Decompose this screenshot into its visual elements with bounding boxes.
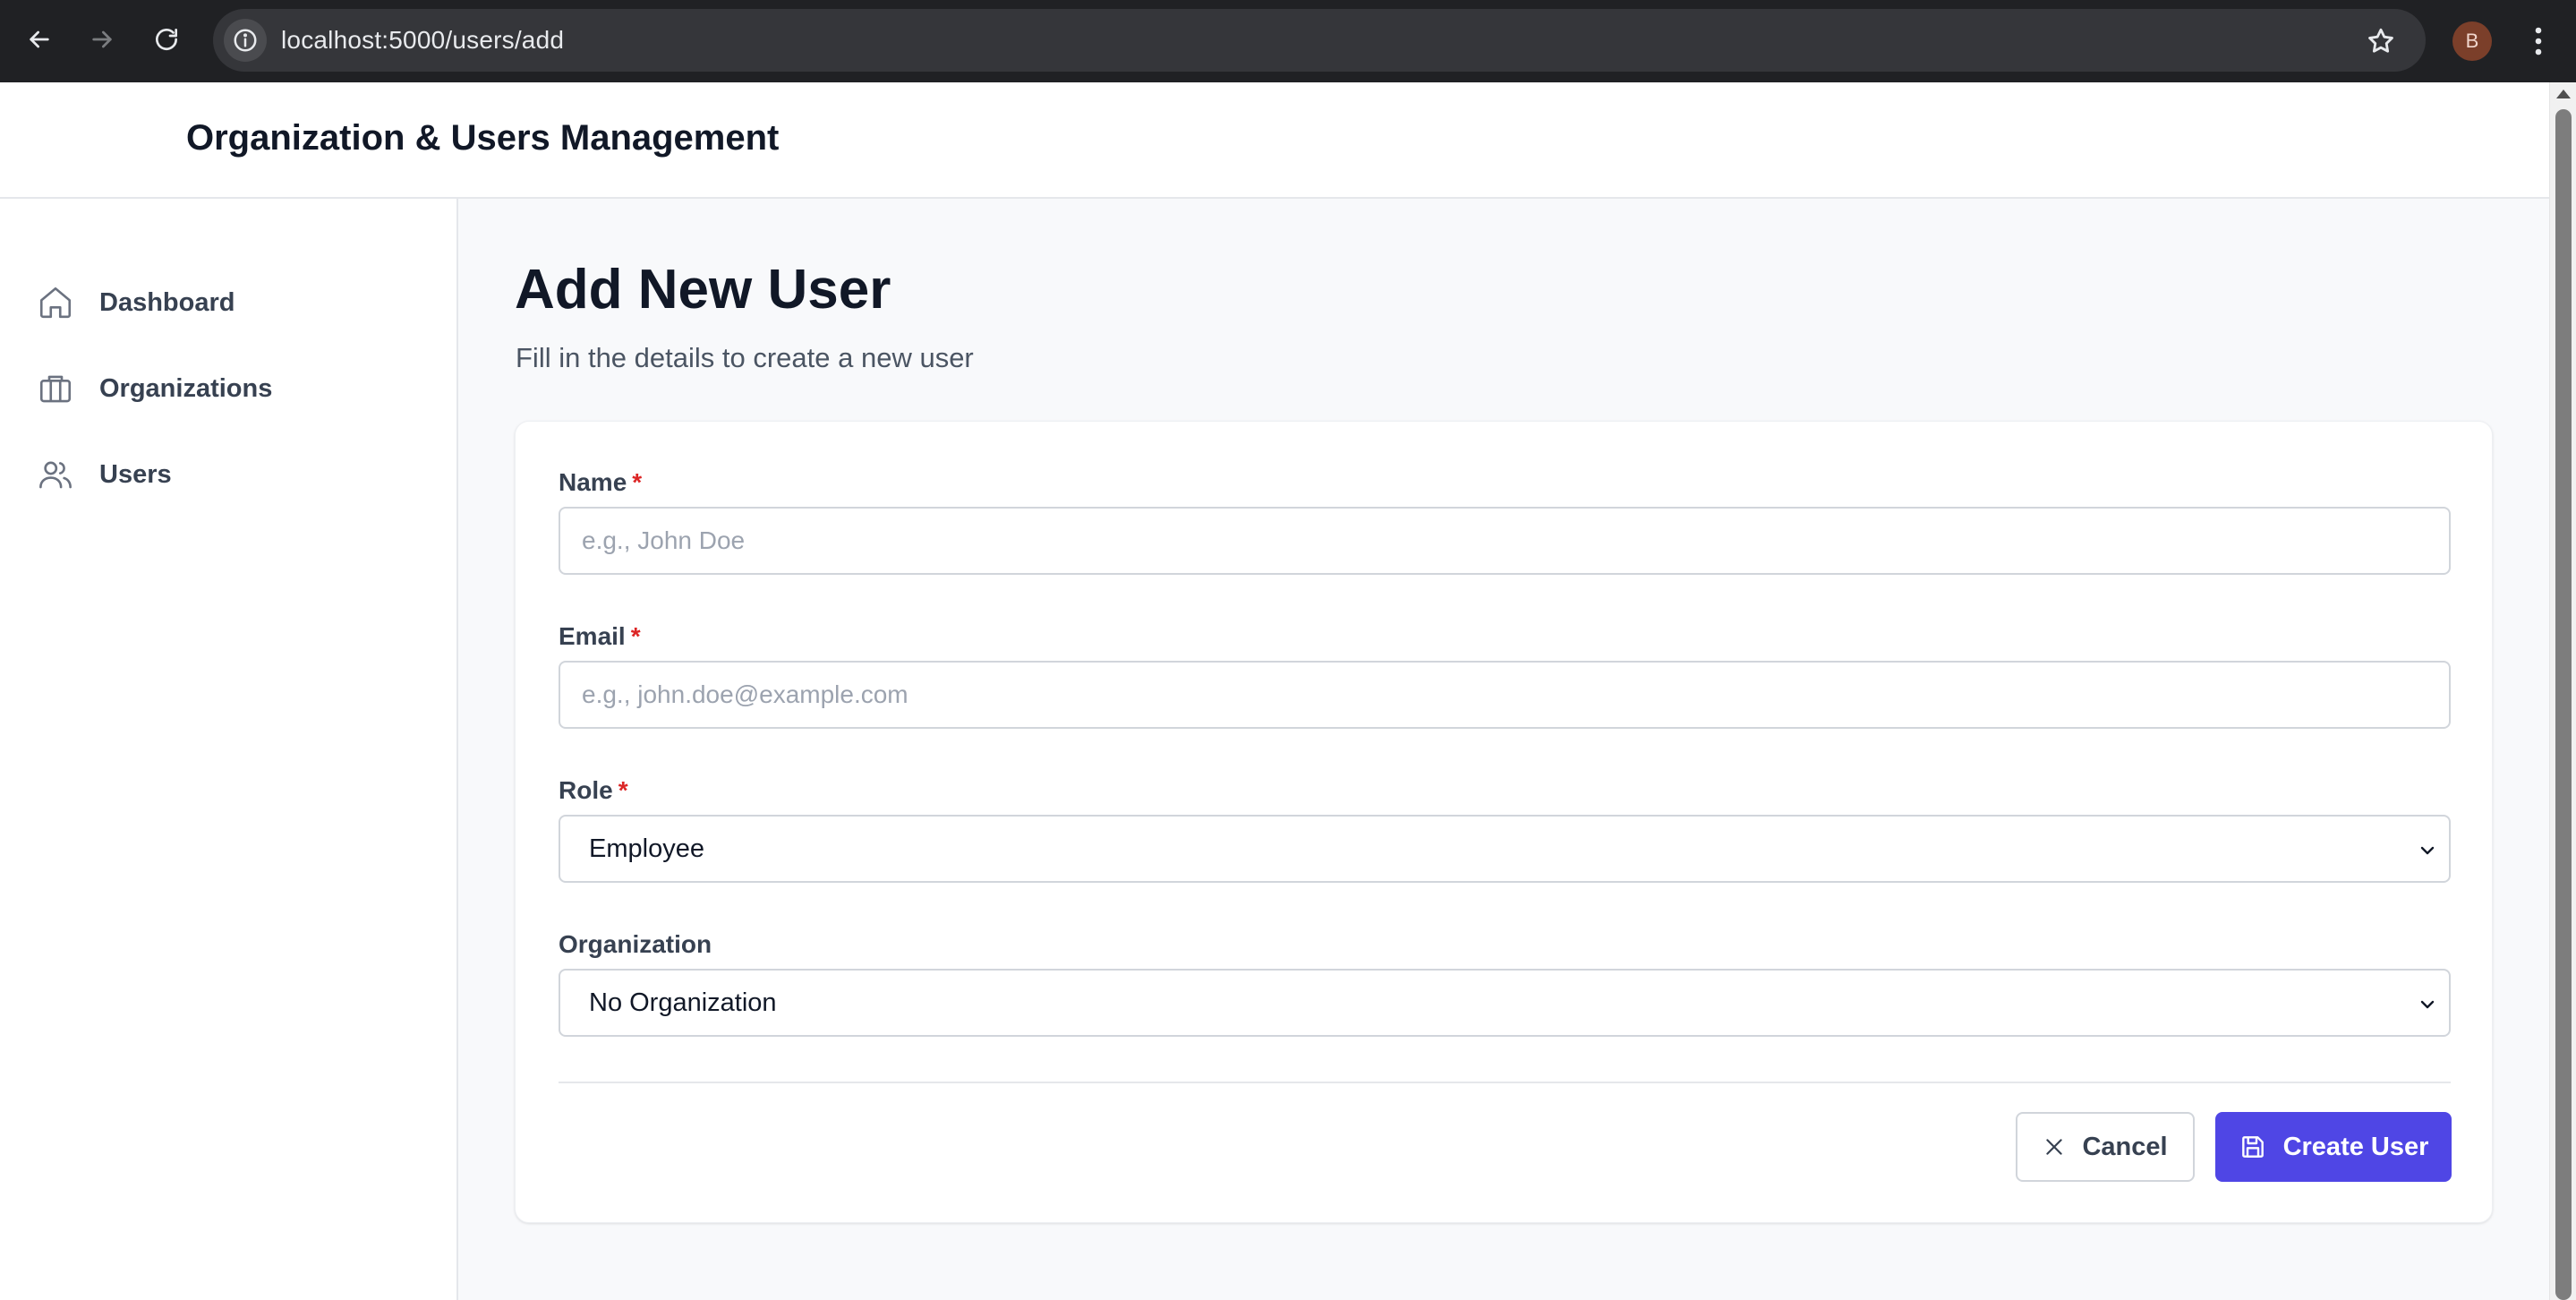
sidebar: Dashboard Organizations Users — [0, 199, 458, 1300]
kebab-menu-icon — [2535, 27, 2542, 56]
browser-menu-button[interactable] — [2519, 18, 2558, 64]
star-icon — [2368, 28, 2393, 53]
info-icon — [234, 29, 257, 52]
cancel-button[interactable]: Cancel — [2016, 1112, 2195, 1182]
email-input[interactable] — [559, 661, 2451, 729]
briefcase-icon — [36, 369, 75, 408]
role-select-value: Employee — [589, 834, 704, 863]
required-mark: * — [630, 622, 641, 650]
email-label: Email * — [559, 622, 641, 651]
role-select[interactable]: Employee — [559, 815, 2451, 883]
form-divider — [559, 1082, 2451, 1083]
app-title: Organization & Users Management — [186, 118, 780, 158]
site-info-button[interactable] — [224, 19, 267, 62]
address-bar[interactable]: localhost:5000/users/add — [213, 9, 2426, 72]
role-label-text: Role — [559, 776, 613, 804]
bookmark-button[interactable] — [2358, 18, 2404, 64]
close-icon — [2046, 1139, 2063, 1155]
add-user-form: Name* Email* Role* Employee Organization… — [515, 421, 2493, 1223]
reload-button[interactable] — [145, 18, 188, 61]
page-subtitle: Fill in the details to create a new user — [516, 342, 974, 373]
organization-label-text: Organization — [559, 930, 712, 958]
name-label: Name * — [559, 468, 642, 497]
create-user-button[interactable]: Create User — [2215, 1112, 2452, 1182]
home-icon — [36, 283, 75, 322]
page-scrollbar[interactable] — [2549, 82, 2576, 1300]
forward-button[interactable] — [81, 18, 124, 61]
page-title: Add New User — [515, 259, 891, 321]
organization-select[interactable]: No Organization — [559, 969, 2451, 1037]
sidebar-item-label: Users — [99, 459, 172, 489]
arrow-left-icon — [30, 30, 49, 48]
users-icon — [36, 455, 75, 494]
required-mark: * — [632, 468, 643, 496]
chevron-down-icon — [2415, 838, 2440, 863]
sidebar-item-label: Dashboard — [99, 287, 235, 317]
chevron-down-icon — [2415, 992, 2440, 1017]
scroll-thumb[interactable] — [2555, 109, 2572, 1300]
sidebar-item-label: Organizations — [99, 373, 273, 403]
name-label-text: Name — [559, 468, 627, 496]
organization-label: Organization — [559, 930, 712, 959]
role-label: Role * — [559, 776, 628, 805]
sidebar-item-dashboard[interactable]: Dashboard — [36, 274, 430, 331]
arrow-right-icon — [92, 30, 112, 48]
scroll-up-arrow-icon[interactable] — [2556, 90, 2571, 98]
app-header: Organization & Users Management — [0, 82, 2549, 199]
cancel-button-label: Cancel — [2082, 1132, 2168, 1161]
save-icon — [2241, 1136, 2264, 1158]
create-user-button-label: Create User — [2282, 1132, 2429, 1161]
organization-select-value: No Organization — [589, 988, 777, 1017]
back-button[interactable] — [18, 18, 61, 61]
reload-icon — [156, 29, 177, 50]
profile-avatar[interactable]: B — [2452, 21, 2492, 61]
email-label-text: Email — [559, 622, 626, 650]
required-mark: * — [618, 776, 628, 804]
url-text[interactable]: localhost:5000/users/add — [281, 9, 564, 72]
sidebar-item-organizations[interactable]: Organizations — [36, 360, 430, 417]
sidebar-item-users[interactable]: Users — [36, 446, 430, 503]
name-input[interactable] — [559, 507, 2451, 575]
browser-toolbar: localhost:5000/users/add B — [0, 0, 2576, 82]
